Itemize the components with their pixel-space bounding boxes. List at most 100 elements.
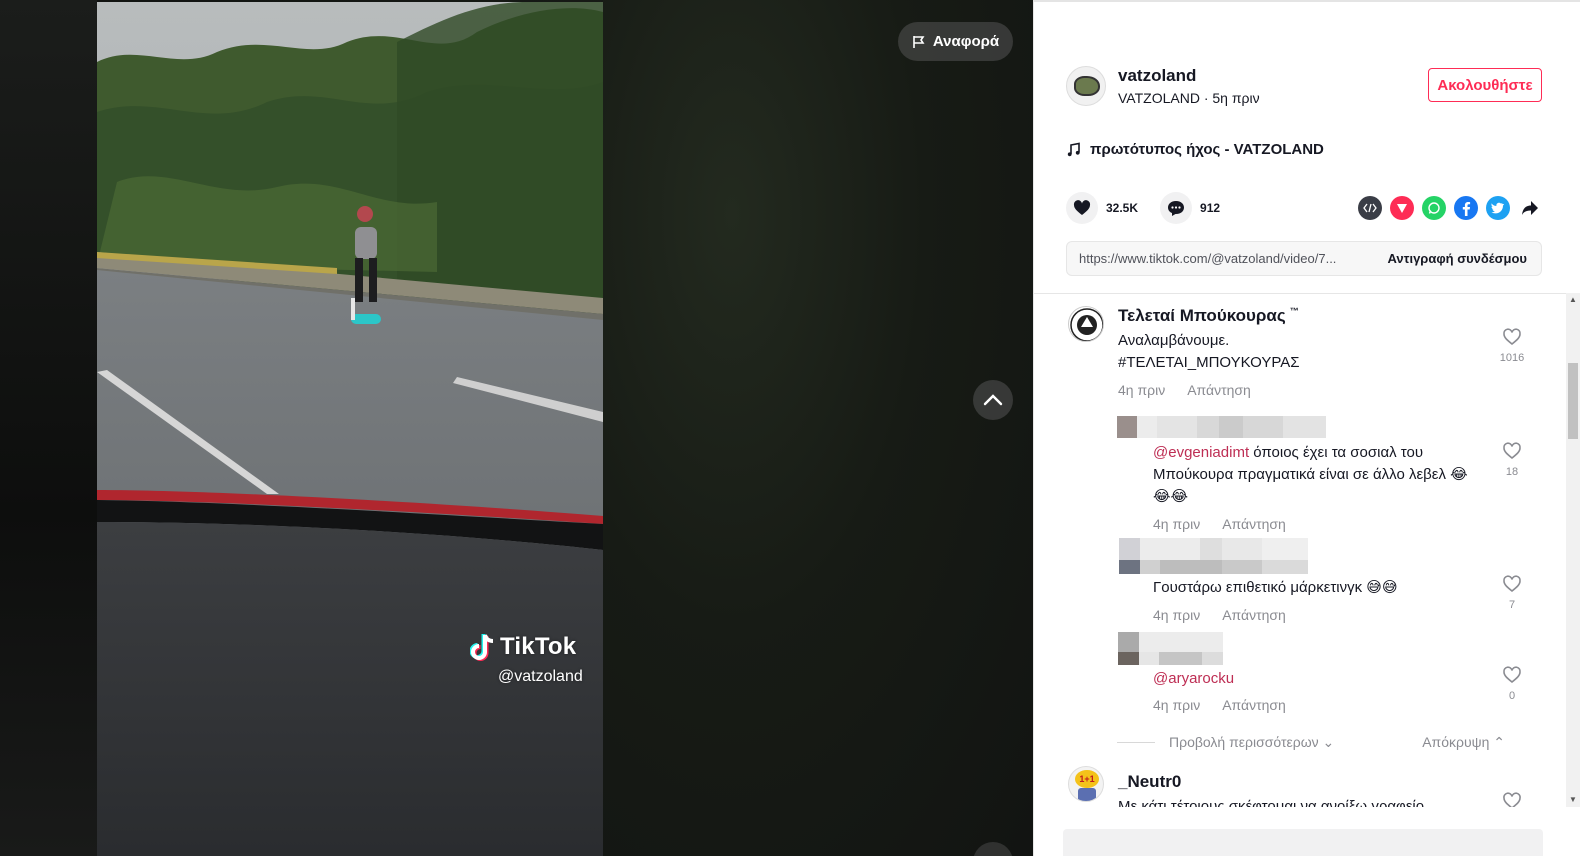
comment-like-count: 0 [1508, 690, 1516, 702]
heart-outline-icon [1503, 575, 1521, 593]
twitter-icon[interactable] [1486, 196, 1510, 220]
watermark-username: @vatzoland [498, 668, 583, 685]
comment-button[interactable] [1160, 192, 1193, 224]
pixelated-user-info [1117, 416, 1326, 438]
chevron-down-icon: ⌄ [1322, 734, 1335, 750]
watermark-brand: TikTok [500, 633, 577, 660]
like-count: 32.5K [1106, 201, 1139, 215]
reply-button[interactable]: Απάντηση [1222, 516, 1286, 532]
chevron-up-icon [983, 394, 1003, 406]
like-button[interactable] [1066, 192, 1098, 224]
scroll-down-arrow-icon[interactable]: ▼ [1569, 796, 1577, 804]
reply-button[interactable]: Απάντηση [1222, 607, 1286, 623]
author-subtitle: VATZOLAND · 5η πριν [1118, 90, 1260, 106]
comments-scrollbar[interactable]: ▲ ▼ [1566, 293, 1580, 807]
comment-bubble-icon [1168, 200, 1185, 216]
comment-author-name[interactable]: Τελεταί Μπούκουρας [1118, 306, 1286, 325]
chevron-up-icon: ⌃ [1493, 734, 1505, 750]
comment-author-name[interactable]: _Neutr0 [1118, 772, 1181, 792]
comment-avatar[interactable] [1068, 306, 1104, 342]
panel-top-border [1034, 0, 1580, 2]
comment-like[interactable]: 7 [1498, 575, 1526, 611]
heart-icon [1073, 200, 1091, 215]
author-info[interactable]: vatzoland VATZOLAND · 5η πριν [1066, 66, 1260, 106]
previous-video-button[interactable] [973, 380, 1013, 420]
report-button[interactable]: Αναφορά [898, 22, 1013, 61]
comment-time: 4η πριν [1153, 607, 1201, 623]
details-panel: vatzoland VATZOLAND · 5η πριν Ακολουθήστ… [1033, 0, 1580, 856]
flag-icon [913, 35, 925, 48]
comment-meta: 4η πριν Απάντηση [1118, 382, 1251, 398]
heart-outline-icon [1503, 792, 1521, 807]
send-to-friends-icon[interactable] [1390, 196, 1414, 220]
comment-meta: 4η πριν Απάντηση [1153, 516, 1286, 532]
heart-outline-icon [1503, 328, 1521, 346]
mention-link[interactable]: @evgeniadimt [1153, 444, 1249, 461]
comment-text: Με κάτι τέτοιους σκέφτομαι να ανοίξω γρα… [1118, 798, 1425, 807]
music-title: πρωτότυπος ήχος - VATZOLAND [1090, 141, 1324, 158]
comment-like-count: 18 [1505, 466, 1519, 478]
author-avatar[interactable] [1066, 66, 1106, 106]
scrollbar-thumb[interactable] [1568, 363, 1578, 439]
comment-text-part: 😂😂 [1153, 488, 1189, 505]
video-stage: Αναφορά TikTok @vatzoland [0, 0, 1033, 856]
video-frame [97, 2, 603, 856]
comment-text-part: Μπούκουρα πραγματικά είναι σε άλλο λεβελ… [1153, 466, 1468, 483]
comment-count: 912 [1200, 201, 1221, 215]
comment-text: @evgeniadimt όποιος έχει τα σοσιαλ του Μ… [1153, 442, 1483, 508]
facebook-icon[interactable] [1454, 196, 1478, 220]
comment-like[interactable]: 18 [1498, 442, 1526, 478]
tiktok-logo-icon [470, 634, 494, 661]
scroll-up-arrow-icon[interactable]: ▲ [1569, 296, 1577, 304]
comment-like-count: 1016 [1499, 352, 1525, 364]
backdrop-right [603, 0, 1033, 856]
pixelated-user-info [1119, 538, 1308, 574]
reply-button[interactable]: Απάντηση [1187, 382, 1251, 398]
copy-link-button[interactable]: Αντιγραφή συνδέσμου [1388, 251, 1527, 266]
hide-replies-button[interactable]: Απόκρυψη ⌃ [1422, 734, 1505, 751]
comment-avatar[interactable]: 1+1 [1068, 766, 1104, 802]
avatar-badge: 1+1 [1075, 770, 1099, 788]
comment-meta: 4η πριν Απάντηση [1153, 697, 1286, 713]
reply-button[interactable]: Απάντηση [1222, 697, 1286, 713]
comment-like[interactable]: 1016 [1498, 328, 1526, 364]
comment-list[interactable]: Τελεταί Μπούκουρας ™ Αναλαμβάνουμε. #ΤΕΛΕ… [1034, 293, 1580, 807]
comment-hashtag[interactable]: #ΤΕΛΕΤΑΙ_ΜΠΟΥΚΟΥΡΑΣ [1118, 352, 1300, 374]
share-arrow-icon[interactable] [1518, 196, 1542, 220]
comment-text: Αναλαμβάνουμε. #ΤΕΛΕΤΑΙ_ΜΠΟΥΚΟΥΡΑΣ [1118, 330, 1300, 374]
whatsapp-icon[interactable] [1422, 196, 1446, 220]
comment-author[interactable]: Τελεταί Μπούκουρας ™ [1118, 306, 1299, 326]
music-note-icon [1067, 142, 1080, 156]
comment-text: Γουστάρω επιθετικό μάρκετινγκ 😅😅 [1153, 579, 1398, 596]
author-username[interactable]: vatzoland [1118, 66, 1260, 86]
comment-text-part: όποιος έχει τα σοσιαλ του [1249, 444, 1424, 461]
pixelated-user-info [1118, 632, 1223, 665]
video-player[interactable] [97, 2, 603, 856]
replies-controls: Προβολή περισσότερων ⌄ Απόκρυψη ⌃ [1117, 734, 1527, 751]
video-link-box: https://www.tiktok.com/@vatzoland/video/… [1066, 241, 1542, 276]
embed-icon[interactable] [1358, 196, 1382, 220]
comment-time: 4η πριν [1153, 697, 1201, 713]
mention-link[interactable]: @aryarocku [1153, 670, 1234, 687]
comment-like-count: 7 [1508, 599, 1516, 611]
view-more-replies-button[interactable]: Προβολή περισσότερων ⌄ [1169, 734, 1334, 751]
heart-outline-icon [1503, 442, 1521, 460]
report-label: Αναφορά [932, 33, 1000, 50]
comment-like[interactable]: 0 [1498, 666, 1526, 702]
comment-like[interactable] [1498, 792, 1526, 807]
action-bar: 32.5K 912 [1066, 192, 1234, 224]
backdrop-left [0, 0, 97, 856]
tiktok-watermark: TikTok @vatzoland [470, 632, 583, 686]
divider [1117, 742, 1155, 743]
comment-time: 4η πριν [1118, 382, 1166, 398]
music-link[interactable]: πρωτότυπος ήχος - VATZOLAND [1066, 141, 1324, 158]
comment-input-area[interactable] [1063, 829, 1543, 856]
hide-label: Απόκρυψη [1422, 734, 1490, 750]
follow-button[interactable]: Ακολουθήστε [1428, 68, 1542, 102]
share-icons [1358, 196, 1542, 220]
video-url[interactable]: https://www.tiktok.com/@vatzoland/video/… [1079, 251, 1359, 266]
heart-outline-icon [1503, 666, 1521, 684]
comment-text: @aryarocku [1153, 668, 1234, 690]
comment-meta: 4η πριν Απάντηση [1153, 607, 1286, 623]
view-more-label: Προβολή περισσότερων [1169, 734, 1319, 750]
